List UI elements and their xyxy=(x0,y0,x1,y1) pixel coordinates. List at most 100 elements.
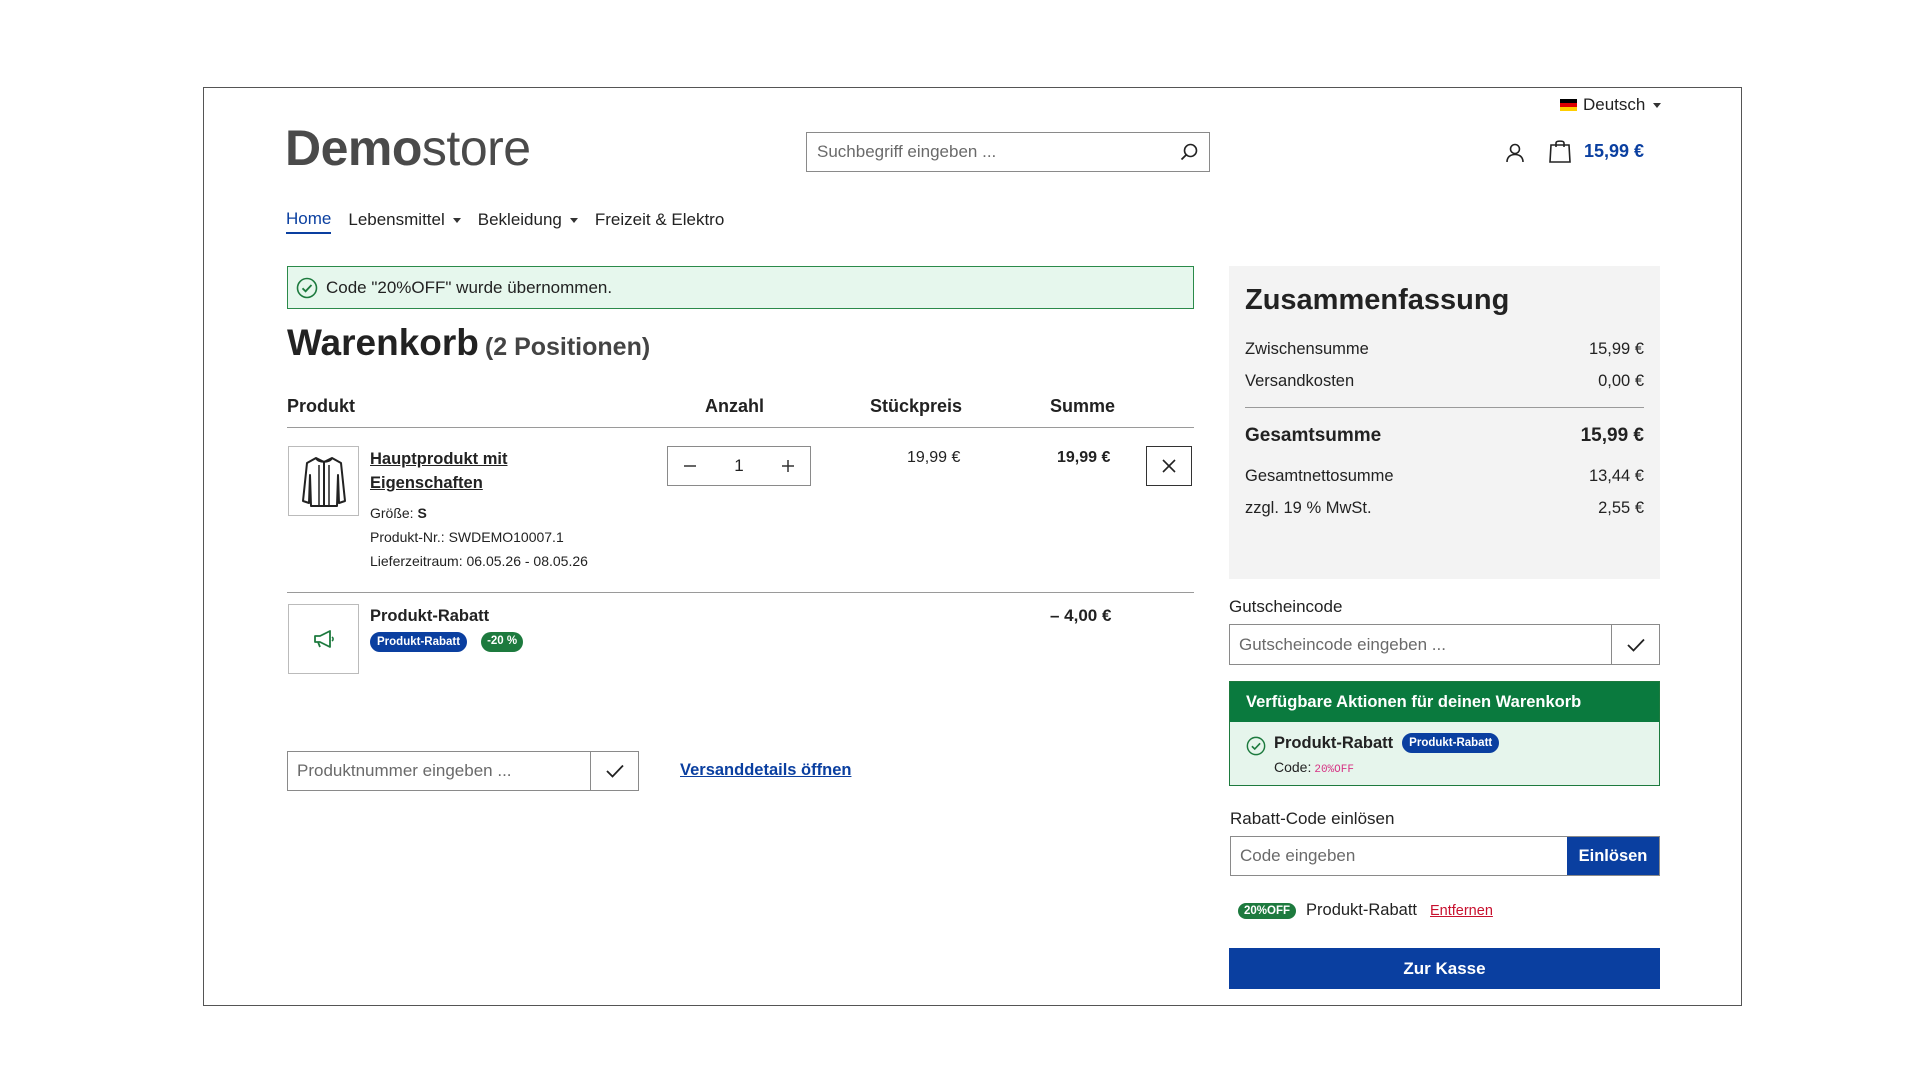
column-header-unit-price: Stückpreis xyxy=(870,396,963,416)
nav-item-label: Bekleidung xyxy=(477,210,562,229)
line-total: 19,99 € xyxy=(1057,449,1111,466)
product-number-form xyxy=(287,751,639,791)
main-navigation: Home Lebensmittel Bekleidung Freizeit & … xyxy=(286,206,741,234)
nav-item-home[interactable]: Home xyxy=(286,206,332,234)
cart-table-header: Produkt Anzahl Stückpreis Summe xyxy=(287,392,1194,428)
shopping-bag-icon xyxy=(1549,140,1571,163)
cart-total: 15,99 € xyxy=(1584,140,1645,161)
vat-label: zzgl. 19 % MwSt. xyxy=(1245,498,1372,517)
total-label: Gesamtsumme xyxy=(1245,425,1382,446)
nav-item-label: Home xyxy=(286,209,332,228)
apply-voucher-button[interactable] xyxy=(1611,625,1659,664)
language-label: Deutsch xyxy=(1583,95,1646,114)
discount-percent-badge: -20 % xyxy=(481,632,524,652)
discount-image xyxy=(288,604,359,674)
promo-form: Einlösen xyxy=(1230,836,1660,876)
checkmark-icon xyxy=(1626,638,1645,652)
logo[interactable]: Demostore xyxy=(285,118,531,178)
product-number-input[interactable] xyxy=(288,752,590,790)
promotion-code-label: Code: xyxy=(1274,759,1312,775)
check-circle-icon xyxy=(296,277,318,299)
summary-total-row: Gesamtsumme 15,99 € xyxy=(1245,416,1644,456)
account-button[interactable] xyxy=(1502,140,1528,166)
promotion-badge: Produkt-Rabatt xyxy=(1402,733,1500,753)
discount-total: – 4,00 € xyxy=(1050,606,1112,625)
add-product-button[interactable] xyxy=(590,752,638,790)
summary-divider xyxy=(1245,407,1644,408)
increase-quantity-button[interactable] xyxy=(766,447,810,485)
discount-name: Produkt-Rabatt xyxy=(370,607,490,625)
megaphone-icon xyxy=(313,630,334,648)
redeem-button[interactable]: Einlösen xyxy=(1567,837,1659,875)
promotions-header: Verfügbare Aktionen für deinen Warenkorb xyxy=(1230,682,1659,722)
user-icon xyxy=(1506,143,1524,163)
chevron-down-icon xyxy=(569,217,578,223)
subtotal-label: Zwischensumme xyxy=(1245,339,1369,358)
plus-icon xyxy=(782,460,794,472)
column-header-total: Summe xyxy=(1050,396,1116,416)
product-image[interactable] xyxy=(288,446,359,516)
order-summary: Zusammenfassung Zwischensumme 15,99 € Ver… xyxy=(1229,266,1660,579)
minus-icon xyxy=(684,465,696,467)
nav-item-label: Freizeit & Elektro xyxy=(594,210,725,229)
nav-item-bekleidung[interactable]: Bekleidung xyxy=(478,206,578,234)
cart-item-count: (2 Positionen) xyxy=(484,333,651,361)
search-input[interactable] xyxy=(807,133,1169,171)
check-circle-icon xyxy=(1246,736,1266,761)
applied-code-badge: 20%OFF xyxy=(1238,902,1297,919)
quantity-stepper: 1 xyxy=(667,446,811,486)
checkmark-icon xyxy=(605,764,624,778)
promo-code-input[interactable] xyxy=(1231,837,1567,875)
product-number: Produkt-Nr.: SWDEMO10007.1 xyxy=(370,529,564,545)
product-size: Größe: S xyxy=(370,505,427,521)
promo-label: Rabatt-Code einlösen xyxy=(1230,809,1395,828)
close-icon xyxy=(1162,459,1176,473)
size-label: Größe: xyxy=(370,505,414,521)
promotion-code: 20%OFF xyxy=(1314,764,1354,776)
voucher-input[interactable] xyxy=(1230,625,1611,664)
alert-message: Code "20%OFF" wurde übernommen. xyxy=(326,277,613,297)
net-label: Gesamtnettosumme xyxy=(1245,466,1394,485)
cart-line-item: Hauptprodukt mit Eigenschaften Größe: S … xyxy=(287,429,1194,593)
cart-title: Warenkorb xyxy=(287,322,479,363)
logo-bold: Demo xyxy=(285,120,422,176)
cart-button[interactable]: 15,99 € xyxy=(1548,138,1644,164)
voucher-form xyxy=(1229,624,1660,665)
language-selector[interactable]: Deutsch xyxy=(1560,94,1662,116)
column-header-product: Produkt xyxy=(287,396,356,416)
nav-item-label: Lebensmittel xyxy=(348,210,445,229)
chevron-down-icon xyxy=(452,217,461,223)
nav-item-freizeit-elektro[interactable]: Freizeit & Elektro xyxy=(595,206,724,234)
search-icon xyxy=(1180,143,1198,161)
promotion-name-row: Produkt-Rabatt Produkt-Rabatt xyxy=(1274,733,1500,753)
summary-title: Zusammenfassung xyxy=(1245,284,1510,316)
search-button[interactable] xyxy=(1169,133,1209,171)
total-value: 15,99 € xyxy=(1580,425,1644,446)
size-value: S xyxy=(417,505,427,521)
discount-badges: Produkt-Rabatt -20 % xyxy=(370,632,524,652)
nav-item-lebensmittel[interactable]: Lebensmittel xyxy=(348,206,461,234)
quantity-value[interactable]: 1 xyxy=(712,456,766,476)
summary-subtotal-row: Zwischensumme 15,99 € xyxy=(1245,333,1644,365)
decrease-quantity-button[interactable] xyxy=(668,447,712,485)
shipping-value: 0,00 € xyxy=(1598,371,1644,390)
shipping-label: Versandkosten xyxy=(1245,371,1355,390)
promotion-code-row: Code: 20%OFF xyxy=(1274,759,1354,776)
subtotal-value: 15,99 € xyxy=(1588,339,1644,358)
remove-item-button[interactable] xyxy=(1146,446,1192,486)
summary-vat-row: zzgl. 19 % MwSt. 2,55 € xyxy=(1245,492,1644,524)
promotion-item: Produkt-Rabatt Produkt-Rabatt Code: 20%OF… xyxy=(1230,722,1659,786)
success-alert: Code "20%OFF" wurde übernommen. xyxy=(287,266,1194,309)
product-name-link[interactable]: Hauptprodukt mit Eigenschaften xyxy=(370,447,570,495)
unit-price: 19,99 € xyxy=(907,449,961,466)
remove-promo-link[interactable]: Entfernen xyxy=(1430,903,1493,919)
applied-promo-name: Produkt-Rabatt xyxy=(1306,901,1417,919)
column-header-quantity: Anzahl xyxy=(705,396,765,416)
german-flag-icon xyxy=(1560,99,1577,111)
chevron-down-icon xyxy=(1653,102,1662,108)
promotion-name: Produkt-Rabatt xyxy=(1274,733,1394,752)
jacket-icon xyxy=(301,457,346,507)
vat-value: 2,55 € xyxy=(1598,498,1644,517)
shipping-details-link[interactable]: Versanddetails öffnen xyxy=(680,761,851,780)
checkout-button[interactable]: Zur Kasse xyxy=(1229,948,1660,989)
